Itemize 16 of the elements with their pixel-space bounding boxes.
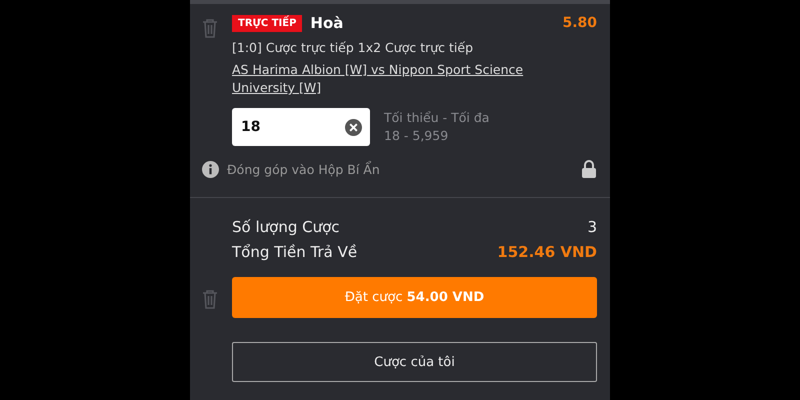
summary-label: Số lượng Cược [232, 218, 340, 236]
summary-label: Tổng Tiền Trả Về [232, 243, 358, 261]
stake-input[interactable]: 18 [232, 108, 370, 146]
clear-icon[interactable] [345, 118, 362, 136]
match-link[interactable]: AS Harima Albion [W] vs Nippon Sport Science University [W] [232, 61, 597, 97]
info-icon[interactable] [202, 161, 219, 178]
live-badge: TRỰC TIẾP [232, 14, 302, 32]
my-bets-button[interactable]: Cược của tôi [232, 342, 597, 382]
selection-name: Hoà [310, 14, 344, 32]
odds-value: 5.80 [562, 15, 597, 31]
mystery-box-note: Đóng góp vào Hộp Bí Ẩn [227, 162, 381, 177]
market-text: [1:0] Cược trực tiếp 1x2 Cược trực tiếp [232, 40, 474, 55]
summary-value: 3 [587, 218, 597, 236]
limits-value: 18 - 5,959 [384, 127, 450, 145]
summary-value: 152.46 VND [497, 243, 597, 261]
limits-label: Tối thiểu - Tối đa [384, 109, 490, 127]
